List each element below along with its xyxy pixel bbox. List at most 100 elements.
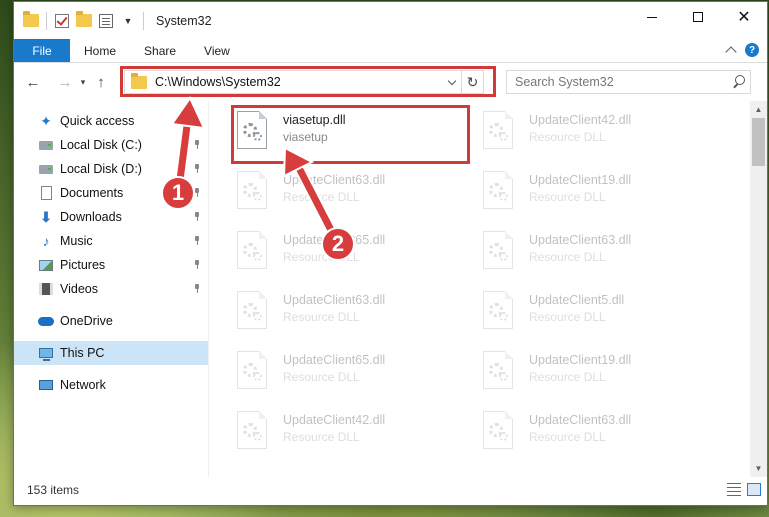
file-description: Resource DLL	[529, 430, 606, 444]
sidebar-item-onedrive[interactable]: OneDrive	[14, 309, 208, 333]
file-item[interactable]: UpdateClient42.dll Resource DLL	[233, 407, 473, 463]
download-icon: ⬇	[40, 208, 52, 225]
address-dropdown-button[interactable]	[443, 71, 461, 93]
star-icon: ✦	[40, 112, 52, 129]
dll-file-icon	[237, 351, 273, 395]
view-buttons	[727, 483, 761, 496]
title-bar: ▼ System32 ✕	[14, 2, 767, 39]
disk-icon	[38, 161, 54, 177]
address-bar[interactable]: C:\Windows\System32 ↻	[124, 70, 484, 94]
computer-icon	[38, 345, 54, 361]
file-item[interactable]: UpdateClient63.dll Resource DLL	[233, 167, 473, 223]
tab-view[interactable]: View	[190, 39, 244, 62]
file-item[interactable]: UpdateClient19.dll Resource DLL	[479, 347, 719, 403]
file-name: UpdateClient5.dll	[529, 293, 625, 307]
file-item[interactable]: UpdateClient19.dll Resource DLL	[479, 167, 719, 223]
sidebar-item-local-disk-c[interactable]: Local Disk (C:)	[14, 133, 208, 157]
address-path[interactable]: C:\Windows\System32	[155, 75, 443, 89]
pin-icon	[194, 284, 200, 293]
maximize-button[interactable]	[675, 2, 721, 32]
new-folder-icon[interactable]	[75, 11, 93, 30]
refresh-button[interactable]: ↻	[461, 71, 483, 93]
tab-file[interactable]: File	[14, 39, 70, 62]
properties-check-icon[interactable]	[53, 12, 71, 30]
explorer-window: ▼ System32 ✕ File Home Share View ? ← → …	[13, 1, 768, 506]
file-description: Resource DLL	[529, 130, 606, 144]
file-description: Resource DLL	[529, 310, 606, 324]
file-item[interactable]: UpdateClient63.dll Resource DLL	[479, 407, 719, 463]
sidebar-item-label: Music	[60, 234, 93, 248]
scrollbar-thumb[interactable]	[752, 118, 765, 166]
item-count: 153 items	[27, 483, 80, 497]
sidebar-item-videos[interactable]: Videos	[14, 277, 208, 301]
file-name: UpdateClient42.dll	[283, 413, 386, 427]
sidebar-item-label: OneDrive	[60, 314, 113, 328]
music-icon: ♪	[42, 233, 50, 249]
file-name: UpdateClient19.dll	[529, 173, 632, 187]
file-name: UpdateClient65.dll	[283, 353, 386, 367]
minimize-button[interactable]	[629, 2, 675, 32]
navigation-pane: ✦ Quick access Local Disk (C:) Local Dis…	[14, 101, 209, 477]
search-input[interactable]	[515, 75, 728, 89]
ribbon-tabs: File Home Share View ?	[14, 39, 767, 63]
file-description: Resource DLL	[283, 370, 360, 384]
document-icon	[38, 185, 54, 201]
cloud-icon	[38, 313, 54, 329]
file-description: Resource DLL	[283, 310, 360, 324]
network-icon	[38, 377, 54, 393]
up-button[interactable]: ↑	[90, 74, 112, 91]
collapse-ribbon-icon[interactable]	[725, 46, 737, 58]
search-box[interactable]	[506, 70, 751, 94]
file-item[interactable]: UpdateClient63.dll Resource DLL	[233, 287, 473, 343]
sidebar-item-music[interactable]: ♪ Music	[14, 229, 208, 253]
dll-file-icon	[483, 351, 519, 395]
dll-file-icon	[237, 411, 273, 455]
sidebar-item-label: Downloads	[60, 210, 122, 224]
file-list: viasetup.dll viasetup UpdateClient42.dll R…	[209, 101, 767, 477]
file-item[interactable]: UpdateClient42.dll Resource DLL	[479, 107, 719, 163]
toolbar-divider	[46, 11, 47, 30]
file-name: UpdateClient63.dll	[283, 173, 386, 187]
large-icons-view-icon[interactable]	[747, 483, 761, 496]
vertical-scrollbar[interactable]: ▲ ▼	[750, 101, 767, 477]
close-icon: ✕	[737, 9, 751, 26]
tab-share[interactable]: Share	[130, 39, 190, 62]
pin-icon	[194, 236, 200, 245]
window-title: System32	[156, 13, 212, 28]
file-item[interactable]: UpdateClient65.dll Resource DLL	[233, 347, 473, 403]
forward-button[interactable]: →	[54, 74, 76, 91]
file-item[interactable]: UpdateClient63.dll Resource DLL	[479, 227, 719, 283]
help-icon[interactable]: ?	[745, 43, 759, 57]
recent-locations-button[interactable]: ▾	[76, 77, 90, 88]
navigation-bar: ← → ▾ ↑ C:\Windows\System32 ↻	[14, 63, 767, 101]
sidebar-item-this-pc[interactable]: This PC	[14, 341, 208, 365]
video-icon	[38, 281, 54, 297]
file-name: UpdateClient63.dll	[529, 413, 632, 427]
sidebar-item-label: Network	[60, 378, 106, 392]
file-description: Resource DLL	[529, 190, 606, 204]
main-content: ✦ Quick access Local Disk (C:) Local Dis…	[14, 101, 767, 477]
sidebar-item-quick-access[interactable]: ✦ Quick access	[14, 109, 208, 133]
sidebar-item-label: Pictures	[60, 258, 106, 272]
close-button[interactable]: ✕	[721, 2, 767, 32]
search-icon[interactable]	[728, 71, 750, 93]
sidebar-item-pictures[interactable]: Pictures	[14, 253, 208, 277]
scroll-up-icon[interactable]: ▲	[750, 101, 767, 118]
dll-file-icon	[237, 291, 273, 335]
file-item-viasetup[interactable]: viasetup.dll viasetup	[233, 107, 473, 163]
chevron-down-icon	[447, 76, 457, 85]
dll-file-icon	[237, 171, 273, 215]
sidebar-item-label: Local Disk (C:)	[60, 138, 142, 152]
sidebar-item-label: Quick access	[60, 114, 135, 128]
properties-icon[interactable]	[97, 12, 115, 30]
back-button[interactable]: ←	[22, 74, 44, 91]
tab-home[interactable]: Home	[70, 39, 130, 62]
sidebar-item-label: Local Disk (D:)	[60, 162, 142, 176]
file-item[interactable]: UpdateClient5.dll Resource DLL	[479, 287, 719, 343]
sidebar-item-network[interactable]: Network	[14, 373, 208, 397]
ribbon-right-controls: ?	[725, 43, 759, 58]
details-view-icon[interactable]	[727, 483, 741, 496]
customize-toolbar-icon[interactable]: ▼	[119, 12, 137, 30]
sidebar-item-label: Documents	[60, 186, 124, 200]
pictures-icon	[38, 257, 54, 273]
